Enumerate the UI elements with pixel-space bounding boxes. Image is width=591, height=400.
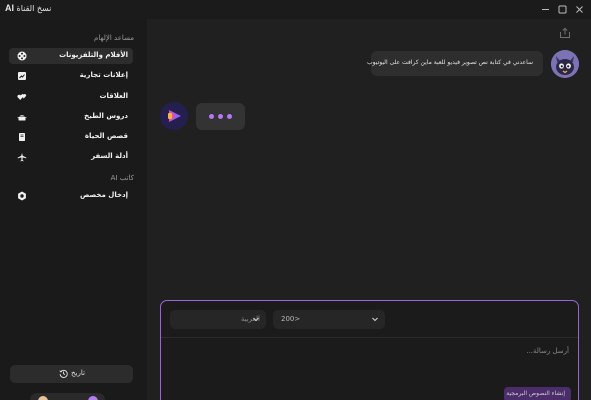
chart-icon bbox=[18, 72, 26, 80]
typing-dot bbox=[218, 114, 223, 119]
airplane-icon bbox=[17, 152, 27, 162]
sidebar-item-movies[interactable]: الأفلام والتلفزيونات bbox=[9, 48, 133, 64]
history-button[interactable]: تاريخ bbox=[10, 365, 133, 383]
history-label: تاريخ bbox=[71, 369, 85, 377]
book-icon bbox=[19, 133, 25, 141]
assistant-avatar bbox=[160, 102, 188, 130]
sidebar-item-cooking[interactable]: دروس الطبخ bbox=[9, 109, 133, 125]
word-count-select[interactable]: 200> bbox=[273, 310, 385, 329]
word-count-select-value: 200> bbox=[281, 315, 301, 323]
message-input[interactable]: أرسل رسالة... bbox=[526, 347, 569, 355]
user-message-text: ساعدني في كتابة نص تصوير فيديو للعبة ماي… bbox=[367, 59, 533, 66]
sidebar-item-label: دروس الطبخ bbox=[84, 112, 128, 120]
user-account-chip[interactable] bbox=[30, 393, 105, 400]
generate-script-label: إنشاء النصوص البرمجية bbox=[506, 390, 565, 397]
sidebar-item-label: إدخال مخصص bbox=[79, 191, 128, 199]
section-title-inspiration: مساعد الإلهام bbox=[94, 34, 134, 42]
user-avatar bbox=[551, 50, 579, 78]
app-title: نسخ القناة AI bbox=[5, 3, 51, 13]
sidebar-item-ads[interactable]: إعلانات تجارية bbox=[9, 68, 133, 84]
sidebar-item-label: قصص الحياة bbox=[84, 132, 128, 140]
sidebar-item-label: العلاقات bbox=[99, 92, 128, 100]
sidebar-item-label: أدلة السفر bbox=[91, 152, 128, 160]
typing-dot bbox=[227, 114, 232, 119]
avatar bbox=[38, 396, 48, 400]
sidebar-item-custom-input[interactable]: إدخال مخصص bbox=[9, 188, 133, 204]
sidebar: مساعد الإلهام الأفلام والتلفزيونات إعلان… bbox=[0, 19, 147, 400]
film-reel-icon bbox=[17, 51, 27, 61]
user-avatar-icon bbox=[551, 50, 579, 78]
play-logo-icon bbox=[160, 102, 188, 130]
sidebar-item-relationships[interactable]: العلاقات bbox=[9, 89, 133, 105]
maximize-button[interactable] bbox=[555, 2, 569, 16]
language-select[interactable]: العربية bbox=[170, 310, 266, 329]
typing-indicator bbox=[196, 103, 245, 130]
generate-script-button[interactable]: إنشاء النصوص البرمجية bbox=[504, 387, 571, 400]
maximize-icon bbox=[558, 5, 566, 13]
minimize-button[interactable] bbox=[538, 2, 552, 16]
close-button[interactable] bbox=[572, 2, 586, 16]
cooking-pot-icon bbox=[17, 115, 27, 121]
close-icon bbox=[575, 5, 583, 13]
chevron-down-icon bbox=[253, 317, 259, 322]
section-title-writer: كاتب AI bbox=[110, 174, 134, 182]
sidebar-item-label: الأفلام والتلفزيونات bbox=[59, 51, 128, 59]
gear-icon bbox=[18, 191, 26, 201]
history-icon bbox=[59, 369, 68, 378]
sidebar-item-life-stories[interactable]: قصص الحياة bbox=[9, 129, 133, 145]
chevron-down-icon bbox=[372, 317, 378, 322]
composer-divider bbox=[161, 337, 578, 338]
sidebar-item-label: إعلانات تجارية bbox=[79, 71, 128, 79]
sidebar-item-travel[interactable]: أدلة السفر bbox=[9, 149, 133, 165]
user-message-bubble: ساعدني في كتابة نص تصوير فيديو للعبة ماي… bbox=[367, 51, 543, 76]
share-icon[interactable] bbox=[559, 27, 571, 39]
typing-dot bbox=[209, 114, 214, 119]
vip-badge-icon bbox=[88, 396, 98, 400]
app-title-text: نسخ القناة bbox=[16, 4, 52, 13]
minimize-icon bbox=[541, 8, 549, 10]
hearts-icon bbox=[17, 94, 27, 100]
composer: العربية 200> أرسل رسالة... إنشاء النصوص … bbox=[160, 300, 579, 400]
app-title-ai: AI bbox=[5, 3, 14, 13]
title-bar: نسخ القناة AI bbox=[0, 0, 591, 19]
